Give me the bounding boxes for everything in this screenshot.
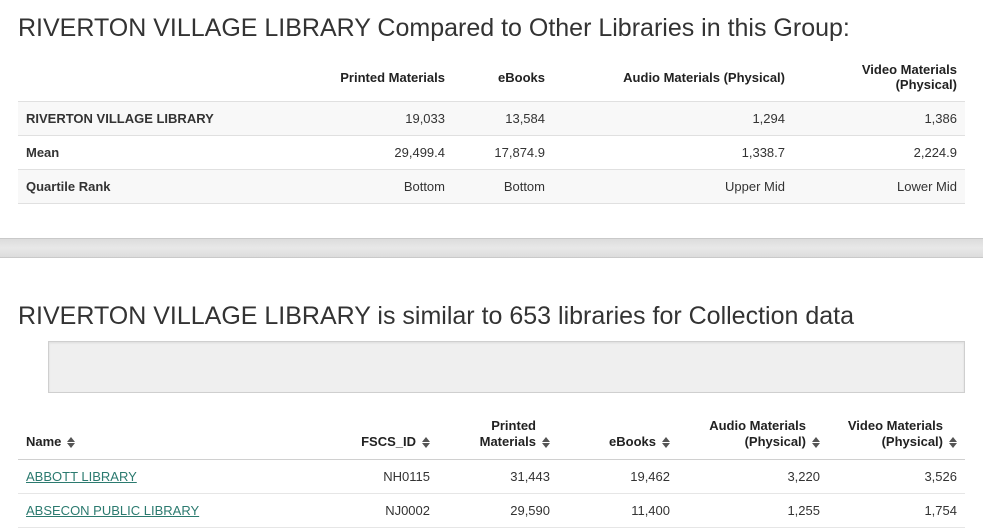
cell: 17,874.9 — [453, 136, 553, 170]
cell: 3,526 — [828, 460, 965, 494]
row-label: Quartile Rank — [18, 170, 298, 204]
col-video: Video Materials (Physical) — [793, 53, 965, 102]
col-blank — [18, 53, 298, 102]
sort-icon[interactable] — [67, 437, 75, 448]
row-label: RIVERTON VILLAGE LIBRARY — [18, 102, 298, 136]
cell: 29,499.4 — [298, 136, 453, 170]
col-ebooks: eBooks — [453, 53, 553, 102]
table-row: Quartile Rank Bottom Bottom Upper Mid Lo… — [18, 170, 965, 204]
horizontal-scroll-region[interactable] — [48, 341, 965, 393]
cell: Lower Mid — [793, 170, 965, 204]
col-label: Video Materials (Physical) — [836, 418, 943, 449]
sort-icon[interactable] — [422, 437, 430, 448]
col-printed: Printed Materials — [298, 53, 453, 102]
col-name[interactable]: Name — [18, 409, 318, 460]
cell: 1,754 — [828, 494, 965, 528]
col-fscs[interactable]: FSCS_ID — [318, 409, 438, 460]
section-divider — [0, 238, 983, 258]
cell: NJ0002 — [318, 494, 438, 528]
similar-libraries-table: Name FSCS_ID Printed Materials — [18, 409, 965, 528]
col-printed[interactable]: Printed Materials — [438, 409, 558, 460]
similar-heading: RIVERTON VILLAGE LIBRARY is similar to 6… — [18, 302, 965, 331]
cell: Bottom — [298, 170, 453, 204]
cell: 1,338.7 — [553, 136, 793, 170]
table-row: RIVERTON VILLAGE LIBRARY 19,033 13,584 1… — [18, 102, 965, 136]
cell: 13,584 — [453, 102, 553, 136]
cell: 2,224.9 — [793, 136, 965, 170]
cell: 1,255 — [678, 494, 828, 528]
sort-icon[interactable] — [812, 437, 820, 448]
col-ebooks[interactable]: eBooks — [558, 409, 678, 460]
table-row: Mean 29,499.4 17,874.9 1,338.7 2,224.9 — [18, 136, 965, 170]
cell: Bottom — [453, 170, 553, 204]
table-row: ABBOTT LIBRARY NH0115 31,443 19,462 3,22… — [18, 460, 965, 494]
col-label: Printed Materials — [446, 418, 536, 449]
col-label: Audio Materials (Physical) — [686, 418, 806, 449]
cell: 1,386 — [793, 102, 965, 136]
sort-icon[interactable] — [542, 437, 550, 448]
col-label: FSCS_ID — [361, 434, 416, 450]
col-video[interactable]: Video Materials (Physical) — [828, 409, 965, 460]
sort-icon[interactable] — [662, 437, 670, 448]
cell: 3,220 — [678, 460, 828, 494]
cell: 31,443 — [438, 460, 558, 494]
col-label: Name — [26, 434, 61, 450]
cell: 1,294 — [553, 102, 793, 136]
cell: 11,400 — [558, 494, 678, 528]
cell: Upper Mid — [553, 170, 793, 204]
cell: 19,462 — [558, 460, 678, 494]
table-row: ABSECON PUBLIC LIBRARY NJ0002 29,590 11,… — [18, 494, 965, 528]
comparison-heading: RIVERTON VILLAGE LIBRARY Compared to Oth… — [18, 14, 965, 43]
col-label: eBooks — [609, 434, 656, 450]
col-audio[interactable]: Audio Materials (Physical) — [678, 409, 828, 460]
row-label: Mean — [18, 136, 298, 170]
comparison-table: Printed Materials eBooks Audio Materials… — [18, 53, 965, 204]
library-link[interactable]: ABSECON PUBLIC LIBRARY — [26, 503, 199, 518]
col-audio: Audio Materials (Physical) — [553, 53, 793, 102]
cell: NH0115 — [318, 460, 438, 494]
cell: 29,590 — [438, 494, 558, 528]
library-link[interactable]: ABBOTT LIBRARY — [26, 469, 137, 484]
cell: 19,033 — [298, 102, 453, 136]
sort-icon[interactable] — [949, 437, 957, 448]
